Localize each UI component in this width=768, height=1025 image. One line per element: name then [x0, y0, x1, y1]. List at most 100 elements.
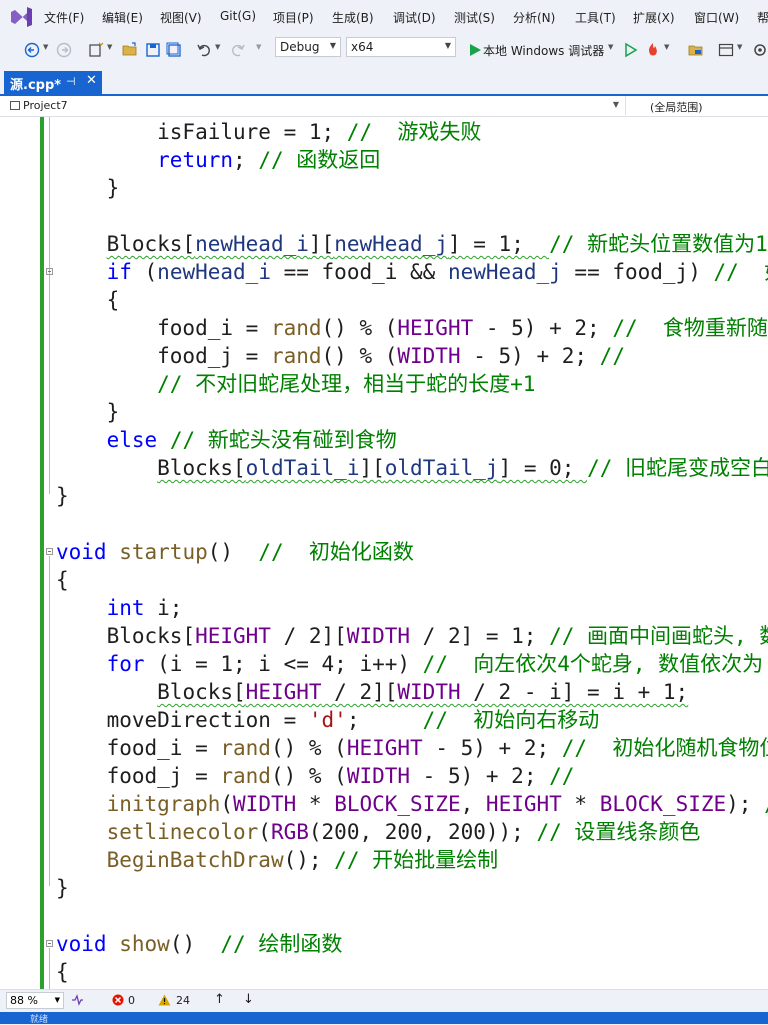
- new-dropdown-icon[interactable]: ▼: [107, 43, 112, 51]
- debugger-dropdown-icon[interactable]: ▼: [608, 43, 613, 51]
- menu-help[interactable]: 帮: [757, 9, 768, 26]
- code-line[interactable]: food_j = rand() % (WIDTH - 5) + 2; //: [56, 342, 625, 370]
- visual-studio-logo-icon: [11, 7, 32, 27]
- code-line[interactable]: Blocks[HEIGHT / 2][WIDTH / 2 - i] = i + …: [56, 678, 688, 706]
- code-line[interactable]: // 不对旧蛇尾处理，相当于蛇的长度+1: [56, 370, 535, 398]
- menu-analyze[interactable]: 分析(N): [513, 9, 555, 26]
- menu-tools[interactable]: 工具(T): [575, 9, 616, 26]
- chevron-down-icon: ▼: [612, 100, 619, 109]
- code-line[interactable]: }: [56, 174, 120, 202]
- project-name: Project7: [23, 99, 68, 112]
- code-line[interactable]: }: [56, 874, 69, 902]
- code-line[interactable]: Blocks[oldTail_i][oldTail_j] = 0; // 旧蛇尾…: [56, 454, 768, 482]
- code-line[interactable]: int i;: [56, 594, 183, 622]
- run-debugger-button[interactable]: 本地 Windows 调试器: [483, 42, 604, 59]
- menu-git[interactable]: Git(G): [220, 9, 256, 23]
- previous-icon[interactable]: ↑: [214, 992, 225, 1007]
- code-line[interactable]: moveDirection = 'd'; // 初始向右移动: [56, 706, 600, 734]
- app-status-strip: 就绪: [0, 1012, 768, 1025]
- zoom-value: 88 %: [10, 994, 38, 1007]
- zoom-select[interactable]: 88 % ▼: [6, 992, 64, 1009]
- start-without-debug-icon[interactable]: [622, 42, 638, 58]
- menu-build[interactable]: 生成(B): [332, 9, 374, 26]
- code-line[interactable]: void startup() // 初始化函数: [56, 538, 414, 566]
- status-text: 就绪: [30, 1015, 49, 1025]
- layout-dropdown-icon[interactable]: ▼: [737, 43, 742, 51]
- code-line[interactable]: for (i = 1; i <= 4; i++) // 向左依次4个蛇身, 数值…: [56, 650, 764, 678]
- code-line[interactable]: void show() // 绘制函数: [56, 930, 342, 958]
- menu-debug[interactable]: 调试(D): [393, 9, 436, 26]
- menu-project[interactable]: 项目(P): [273, 9, 314, 26]
- settings-icon[interactable]: [752, 42, 768, 58]
- close-icon[interactable]: ✕: [86, 73, 97, 88]
- scope-dropdown[interactable]: (全局范围): [650, 99, 703, 115]
- menu-test[interactable]: 测试(S): [454, 9, 495, 26]
- code-line[interactable]: isFailure = 1; // 游戏失败: [56, 118, 481, 146]
- back-dropdown-icon[interactable]: ▼: [43, 43, 48, 51]
- open-folder-icon[interactable]: [122, 42, 138, 58]
- platform-value: x64: [351, 40, 374, 54]
- layout-icon[interactable]: [718, 42, 734, 58]
- error-icon[interactable]: [112, 994, 124, 1006]
- code-editor[interactable]: isFailure = 1; // 游戏失败 return; // 函数返回 }…: [0, 117, 768, 989]
- menu-view[interactable]: 视图(V): [160, 9, 202, 26]
- code-line[interactable]: food_j = rand() % (WIDTH - 5) + 2; //: [56, 762, 575, 790]
- hot-reload-dropdown-icon[interactable]: ▼: [664, 43, 669, 51]
- fold-guide-line: [49, 948, 50, 989]
- hot-reload-icon[interactable]: [645, 42, 661, 58]
- fold-toggle-icon[interactable]: [46, 940, 53, 947]
- code-line[interactable]: {: [56, 566, 69, 594]
- new-project-icon[interactable]: [88, 42, 104, 58]
- menu-window[interactable]: 窗口(W): [694, 9, 739, 26]
- platform-select[interactable]: x64 ▼: [346, 37, 456, 57]
- tab-source-cpp[interactable]: 源.cpp* ⊣ ✕: [4, 71, 102, 94]
- code-line[interactable]: food_i = rand() % (HEIGHT - 5) + 2; // 初…: [56, 734, 768, 762]
- menu-edit[interactable]: 编辑(E): [102, 9, 143, 26]
- forward-icon[interactable]: [56, 42, 72, 58]
- configuration-value: Debug: [280, 40, 320, 54]
- error-count[interactable]: 0: [128, 994, 135, 1007]
- code-line[interactable]: }: [56, 398, 120, 426]
- fold-guide-line: [49, 276, 50, 410]
- menu-file[interactable]: 文件(F): [44, 9, 84, 26]
- code-line[interactable]: {: [56, 958, 69, 986]
- project-dropdown[interactable]: Project7 ▼: [6, 96, 626, 115]
- save-icon[interactable]: [145, 42, 161, 58]
- chevron-down-icon: ▼: [54, 996, 60, 1004]
- warning-count[interactable]: 24: [176, 994, 190, 1007]
- warning-icon[interactable]: [158, 994, 171, 1006]
- pin-icon[interactable]: ⊣: [66, 75, 76, 88]
- menu-extensions[interactable]: 扩展(X): [633, 9, 675, 26]
- code-line[interactable]: Blocks[HEIGHT / 2][WIDTH / 2] = 1; // 画面…: [56, 622, 768, 650]
- code-line[interactable]: if (newHead_i == food_i && newHead_j == …: [56, 258, 768, 286]
- code-line[interactable]: BeginBatchDraw(); // 开始批量绘制: [56, 846, 499, 874]
- code-line[interactable]: {: [56, 286, 120, 314]
- chevron-down-icon: ▼: [444, 41, 451, 50]
- redo-dropdown-icon[interactable]: ▼: [256, 43, 261, 51]
- code-line[interactable]: else // 新蛇头没有碰到食物: [56, 426, 397, 454]
- change-tracking-bar: [40, 117, 44, 989]
- configuration-select[interactable]: Debug ▼: [275, 37, 341, 57]
- project-icon: [10, 101, 20, 110]
- code-line[interactable]: setlinecolor(RGB(200, 200, 200)); // 设置线…: [56, 818, 701, 846]
- next-icon[interactable]: ↓: [243, 992, 254, 1007]
- redo-icon[interactable]: [230, 42, 246, 58]
- code-line[interactable]: }: [56, 482, 69, 510]
- code-line[interactable]: return; // 函数返回: [56, 146, 380, 174]
- health-icon[interactable]: [70, 993, 84, 1007]
- save-all-icon[interactable]: [166, 42, 182, 58]
- code-line[interactable]: Blocks[newHead_i][newHead_j] = 1; // 新蛇头…: [56, 230, 768, 258]
- code-line[interactable]: food_i = rand() % (HEIGHT - 5) + 2; // 食…: [56, 314, 768, 342]
- start-debug-icon[interactable]: [467, 42, 483, 58]
- tab-title: 源.cpp*: [10, 78, 62, 93]
- folder-view-icon[interactable]: [688, 42, 704, 58]
- fold-guide-line: [49, 556, 50, 886]
- undo-dropdown-icon[interactable]: ▼: [215, 43, 220, 51]
- fold-toggle-icon[interactable]: [46, 548, 53, 555]
- fold-toggle-icon[interactable]: [46, 268, 53, 275]
- navigation-bar: Project7 ▼ (全局范围): [0, 96, 768, 117]
- back-icon[interactable]: [24, 42, 40, 58]
- menu-bar: 文件(F) 编辑(E) 视图(V) Git(G) 项目(P) 生成(B) 调试(…: [0, 0, 768, 34]
- undo-icon[interactable]: [196, 42, 212, 58]
- code-line[interactable]: initgraph(WIDTH * BLOCK_SIZE, HEIGHT * B…: [56, 790, 768, 818]
